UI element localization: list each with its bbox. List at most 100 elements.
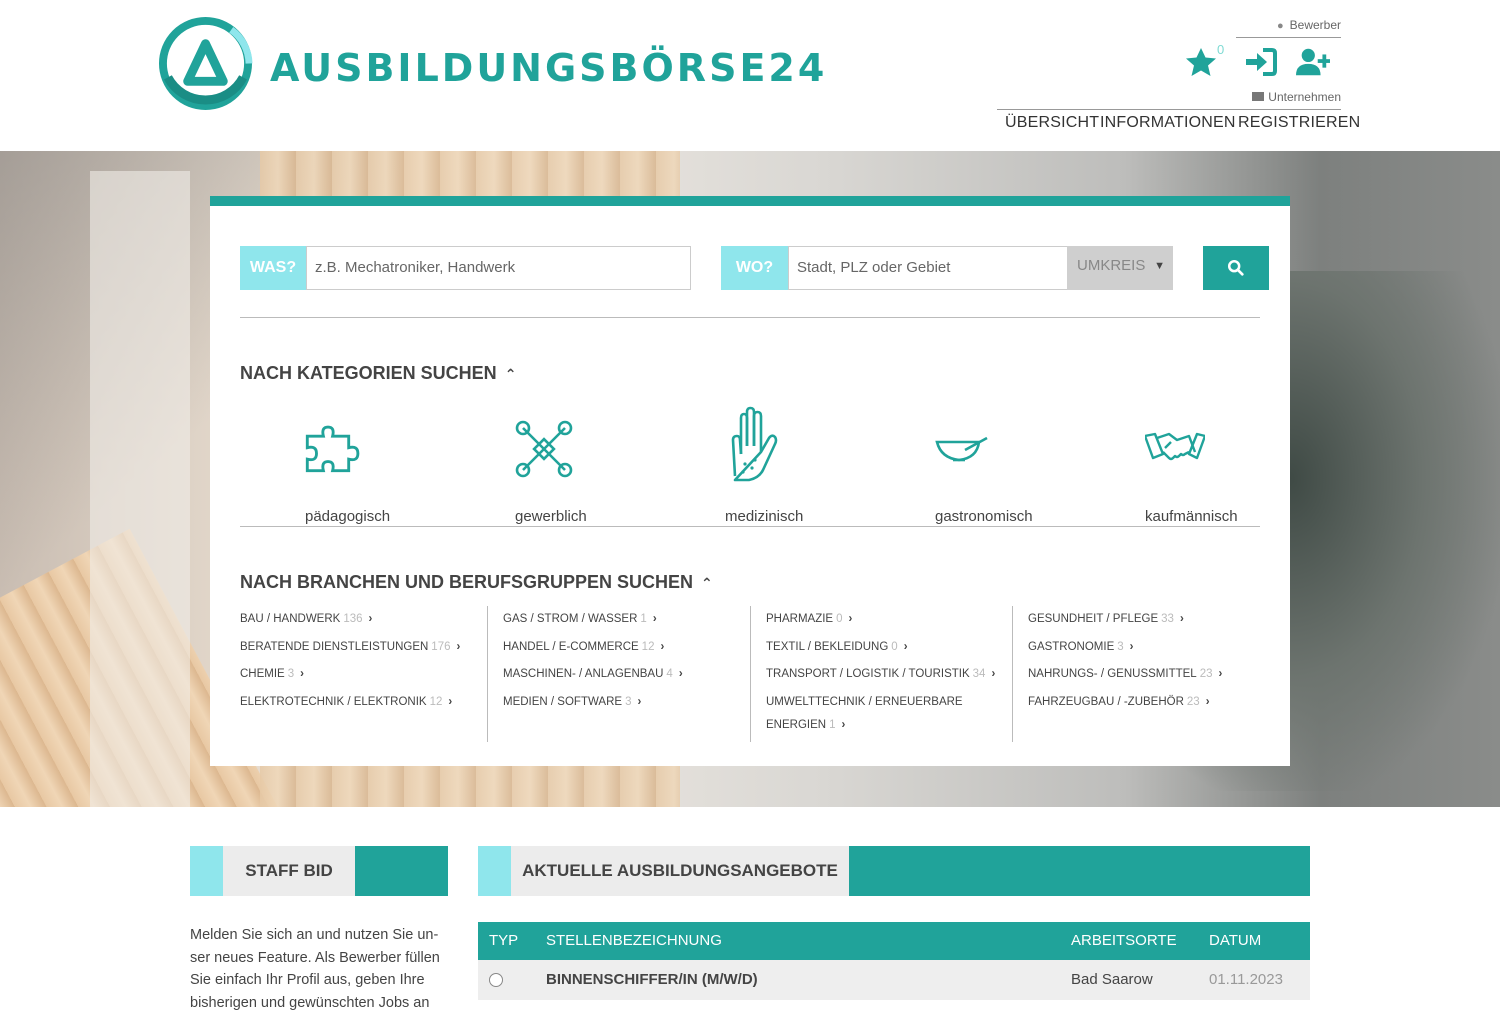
bewerber-label[interactable]: ● Bewerber [1236, 18, 1341, 38]
branch-count: 136 [343, 613, 363, 625]
star-icon[interactable] [1184, 46, 1218, 78]
branch-link[interactable]: TRANSPORT / LOGISTIK / TOURISTIK 34 › [766, 661, 1005, 689]
branch-link[interactable]: GAS / STROM / WASSER 1 › [503, 606, 742, 634]
branch-link[interactable]: GESUNDHEIT / PFLEGE 33 › [1028, 606, 1267, 634]
site-header: AUSBILDUNGSBÖRSE24 ● Bewerber 0 Unternehm… [0, 0, 1500, 151]
categories-heading[interactable]: NACH KATEGORIEN SUCHEN ⌃ [240, 363, 516, 384]
chevron-right-icon: › [1179, 613, 1184, 625]
nav-informationen[interactable]: INFORMATIONEN [1100, 114, 1236, 132]
category-paedagogisch[interactable]: pädagogisch [305, 406, 455, 526]
job-location: Bad Saarow [1071, 971, 1153, 988]
chevron-up-icon: ⌃ [504, 366, 517, 382]
category-kaufmaennisch[interactable]: kaufmännisch [1145, 406, 1295, 526]
category-label: kaufmännisch [1145, 508, 1238, 525]
hero-wall [90, 171, 190, 807]
offers-title: AKTUELLE AUSBILDUNGSANGEBOTE [511, 846, 849, 896]
accent-fill [849, 846, 1310, 896]
user-icon: ● [1276, 20, 1284, 32]
branch-link[interactable]: BERATENDE DIENSTLEISTUNGEN 176 › [240, 634, 495, 662]
unternehmen-text: Unternehmen [1268, 90, 1341, 104]
staff-bid-text: Melden Sie sich an und nutzen Sie un- se… [190, 927, 440, 1011]
category-label: pädagogisch [305, 508, 391, 525]
branch-count: 176 [431, 640, 451, 653]
nav-uebersicht[interactable]: ÜBERSICHT [1005, 114, 1099, 132]
branch-count: 23 [1199, 668, 1213, 680]
col-arbeitsorte[interactable]: ARBEITSORTE [1071, 932, 1177, 949]
branch-link[interactable]: MEDIEN / SOFTWARE 3 › [503, 689, 742, 717]
job-title[interactable]: BINNENSCHIFFER/IN (M/W/D) [546, 971, 758, 988]
chevron-right-icon: › [300, 668, 304, 680]
site-logo[interactable]: AUSBILDUNGSBÖRSE24 [158, 16, 824, 112]
chevron-right-icon: › [848, 613, 853, 625]
branch-label: MEDIEN / SOFTWARE [503, 695, 623, 708]
search-panel: WAS? z.B. Mechatroniker, Handwerk WO? St… [210, 196, 1290, 766]
chevron-right-icon: › [368, 613, 373, 625]
branch-column-3: PHARMAZIE 0 › TEXTIL / BEKLEIDUNG 0 › TRANSP… [750, 606, 1005, 742]
was-label: WAS? [240, 246, 306, 290]
branch-label: GAS / STROM / WASSER [503, 613, 638, 625]
branch-link[interactable]: PHARMAZIE 0 › [766, 606, 1005, 634]
branch-count: 3 [625, 695, 632, 708]
branch-label: ENERGIEN [766, 718, 827, 731]
user-plus-icon[interactable] [1296, 46, 1330, 78]
col-stellenbezeichnung[interactable]: STELLENBEZEICHNUNG [546, 932, 722, 949]
chevron-right-icon: › [991, 668, 996, 680]
branch-link[interactable]: HANDEL / E-COMMERCE 12 › [503, 634, 742, 662]
chevron-right-icon: › [903, 640, 908, 653]
search-icon [1227, 259, 1244, 276]
branch-link[interactable]: CHEMIE 3 › [240, 661, 495, 689]
branch-label: TRANSPORT / LOGISTIK / TOURISTIK [766, 668, 970, 680]
branch-count: 3 [1117, 640, 1124, 653]
umkreis-value: UMKREIS [1077, 257, 1146, 274]
branch-link[interactable]: UMWELTTECHNIK / ERNEUERBARE [766, 689, 1005, 714]
branch-count: 1 [640, 613, 647, 625]
nav-registrieren[interactable]: REGISTRIEREN [1238, 114, 1360, 132]
category-label: gewerblich [515, 508, 587, 525]
branch-link[interactable]: ENERGIEN 1 › [766, 714, 1005, 739]
branch-label: GESUNDHEIT / PFLEGE [1028, 613, 1159, 625]
offers-table-header: TYP STELLENBEZEICHNUNG ARBEITSORTE DATUM [478, 922, 1310, 960]
branch-column-1: BAU / HANDWERK 136 › BERATENDE DIENSTLEIST… [240, 606, 495, 742]
type-radio[interactable] [489, 973, 503, 987]
branch-link[interactable]: GASTRONOMIE 3 › [1028, 634, 1267, 662]
unternehmen-label[interactable]: Unternehmen [997, 90, 1341, 110]
chevron-right-icon: › [660, 640, 665, 653]
branch-link[interactable]: TEXTIL / BEKLEIDUNG 0 › [766, 634, 1005, 662]
branch-link[interactable]: ELEKTROTECHNIK / ELEKTRONIK 12 › [240, 689, 495, 717]
branch-label: ELEKTROTECHNIK / ELEKTRONIK [240, 695, 427, 708]
chevron-right-icon: › [1129, 640, 1134, 653]
building-icon [1252, 92, 1265, 101]
handshake-icon [1145, 432, 1205, 461]
branch-count: 1 [829, 718, 836, 731]
branch-link[interactable]: NAHRUNGS- / GENUSSMITTEL 23 › [1028, 661, 1267, 689]
category-gastronomisch[interactable]: gastronomisch [935, 406, 1085, 526]
col-typ[interactable]: TYP [489, 932, 518, 949]
branch-label: MASCHINEN- / ANLAGENBAU [503, 668, 664, 680]
category-medizinisch[interactable]: medizinisch [725, 406, 875, 526]
branch-link[interactable]: BAU / HANDWERK 136 › [240, 606, 495, 634]
was-input[interactable]: z.B. Mechatroniker, Handwerk [306, 246, 691, 290]
bewerber-text: Bewerber [1289, 18, 1341, 32]
wo-label: WO? [721, 246, 788, 290]
staff-bid-header: STAFF BID [190, 846, 448, 896]
branch-link[interactable]: FAHRZEUGBAU / -ZUBEHÖR 23 › [1028, 689, 1267, 717]
categories-title: NACH KATEGORIEN SUCHEN [240, 363, 497, 383]
table-row[interactable]: BINNENSCHIFFER/IN (M/W/D) Bad Saarow 01.… [478, 960, 1310, 1000]
category-gewerblich[interactable]: gewerblich [515, 406, 665, 526]
branch-label: PHARMAZIE [766, 613, 834, 625]
wrench-icon [515, 420, 573, 478]
wo-input[interactable]: Stadt, PLZ oder Gebiet [788, 246, 1068, 290]
chevron-right-icon: › [456, 640, 461, 653]
branches-title: NACH BRANCHEN UND BERUFSGRUPPEN SUCHEN [240, 572, 694, 592]
umkreis-select[interactable]: UMKREIS ▼ [1067, 246, 1173, 290]
branch-column-2: GAS / STROM / WASSER 1 › HANDEL / E-COMMER… [487, 606, 742, 742]
branch-count: 33 [1161, 613, 1174, 625]
chevron-right-icon: › [678, 668, 683, 680]
branch-link[interactable]: MASCHINEN- / ANLAGENBAU 4 › [503, 661, 742, 689]
search-button[interactable] [1203, 246, 1269, 290]
col-datum[interactable]: DATUM [1209, 932, 1261, 949]
branch-label: TEXTIL / BEKLEIDUNG [766, 640, 889, 653]
branch-count: 0 [836, 613, 843, 625]
sign-in-icon[interactable] [1244, 46, 1278, 78]
branches-heading[interactable]: NACH BRANCHEN UND BERUFSGRUPPEN SUCHEN ⌃ [240, 572, 713, 593]
